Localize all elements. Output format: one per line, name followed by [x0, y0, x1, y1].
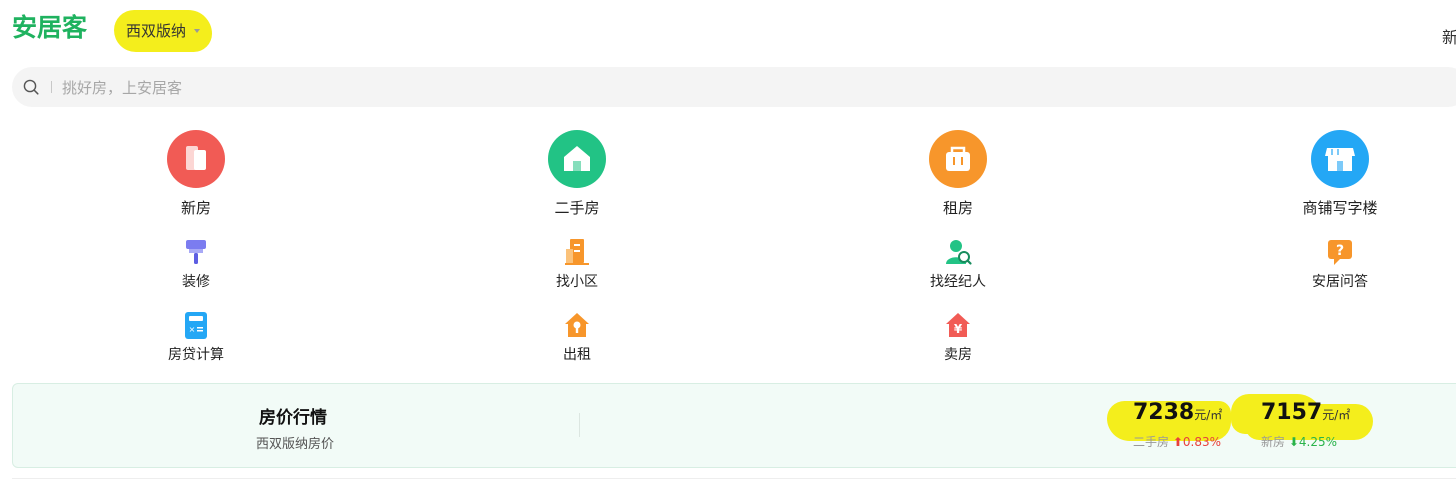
header-nav-new-house[interactable]: 新 [1442, 24, 1456, 48]
search-bar[interactable] [12, 67, 1456, 107]
search-input[interactable] [60, 72, 664, 104]
sell-house-icon: ¥ [943, 310, 973, 340]
section-divider [12, 478, 1456, 479]
nav-mortgage-calculator[interactable]: × 房贷计算 [136, 310, 256, 366]
header: 安居客 西双版纳 新 [0, 0, 1456, 62]
search-icon[interactable] [23, 79, 39, 95]
nav-qa-label: 安居问答 [1312, 274, 1368, 290]
second-hand-price-unit: 元/㎡ [1194, 408, 1223, 422]
nav-second-hand-house[interactable]: 二手房 [517, 130, 637, 222]
nav-agent[interactable]: 找经纪人 [898, 237, 1018, 293]
nav-second-hand-house-label: 二手房 [554, 199, 600, 217]
nav-new-house-label: 新房 [180, 199, 211, 217]
second-hand-price[interactable]: 7238元/㎡ [1133, 400, 1222, 425]
new-house-label: 新房 [1261, 435, 1286, 449]
second-hand-price-meta: 二手房 ⬆0.83% [1133, 433, 1221, 450]
new-house-price[interactable]: 7157元/㎡ [1261, 400, 1350, 425]
nav-community-label: 找小区 [556, 274, 598, 290]
second-hand-label: 二手房 [1133, 435, 1170, 449]
new-house-price-meta: 新房 ⬇4.25% [1261, 433, 1337, 450]
second-hand-house-icon [548, 130, 606, 188]
rent-house-icon [929, 130, 987, 188]
new-house-price-value: 7157 [1261, 400, 1323, 425]
arrow-up-icon: ⬆ [1172, 435, 1183, 449]
arrow-down-icon: ⬇ [1288, 435, 1299, 449]
new-house-price-unit: 元/㎡ [1322, 408, 1351, 422]
shop-office-icon [1311, 130, 1369, 188]
nav-community[interactable]: 找小区 [517, 237, 637, 293]
price-trend-subtitle: 西双版纳房价 [256, 437, 335, 452]
qa-icon: ? [1325, 237, 1355, 267]
svg-text:?: ? [1336, 243, 1344, 259]
new-house-change: 4.25% [1298, 435, 1338, 449]
nav-lease-label: 出租 [563, 347, 591, 363]
decoration-icon [181, 237, 211, 267]
nav-lease[interactable]: 出租 [517, 310, 637, 366]
price-trend-title: 房价行情 [259, 408, 327, 428]
caret-down-icon[interactable] [194, 29, 200, 33]
nav-shop-office-label: 商铺写字楼 [1302, 199, 1378, 217]
nav-decoration[interactable]: 装修 [136, 237, 256, 293]
nav-agent-label: 找经纪人 [930, 274, 986, 290]
price-divider [579, 413, 580, 437]
mortgage-calculator-icon: × [181, 310, 211, 340]
nav-rent[interactable]: 租房 [898, 130, 1018, 222]
nav-mortgage-calculator-label: 房贷计算 [168, 347, 224, 363]
city-selector[interactable]: 西双版纳 [126, 19, 186, 43]
nav-decoration-label: 装修 [182, 274, 210, 290]
nav-qa[interactable]: ? 安居问答 [1280, 237, 1400, 293]
anjuke-logo[interactable]: 安居客 [12, 12, 87, 44]
agent-icon [943, 237, 973, 267]
nav-new-house[interactable]: 新房 [136, 130, 256, 222]
second-hand-price-value: 7238 [1133, 400, 1195, 425]
nav-sell-house-label: 卖房 [944, 347, 972, 363]
nav-shop-office[interactable]: 商铺写字楼 [1280, 130, 1400, 222]
search-separator [51, 81, 52, 93]
svg-text:¥: ¥ [954, 322, 963, 336]
nav-sell-house[interactable]: ¥ 卖房 [898, 310, 1018, 366]
lease-icon [562, 310, 592, 340]
new-house-icon [167, 130, 225, 188]
svg-text:×: × [189, 325, 196, 334]
nav-rent-label: 租房 [942, 199, 973, 217]
community-icon [562, 237, 592, 267]
second-hand-change: 0.83% [1182, 435, 1222, 449]
price-trend-card[interactable]: 房价行情 西双版纳房价 7238元/㎡ 二手房 ⬆0.83% 7157元/㎡ 新… [12, 383, 1456, 468]
